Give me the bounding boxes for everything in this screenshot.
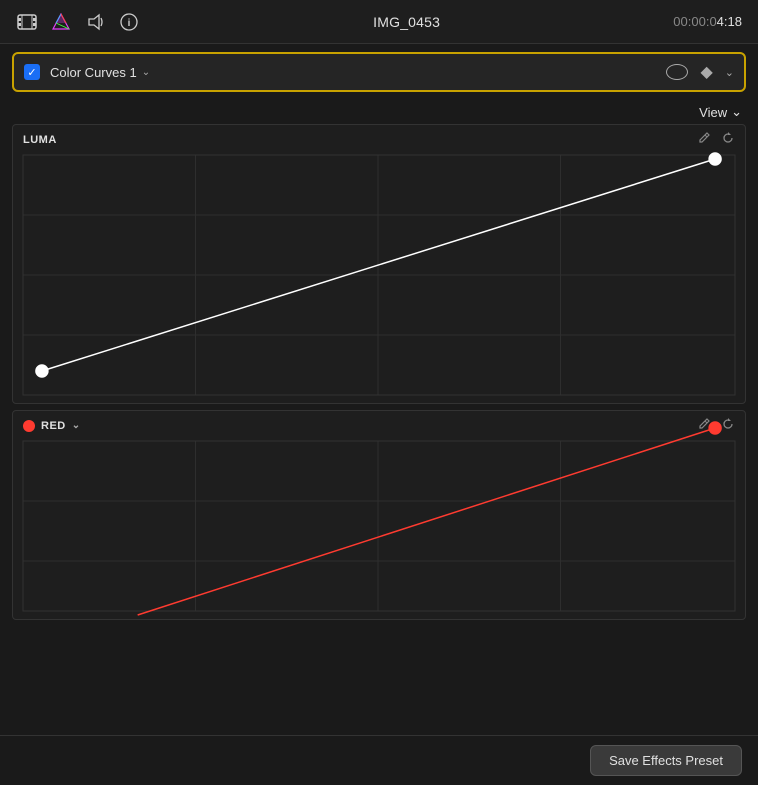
luma-panel: LUMA [12,124,746,404]
luma-label: LUMA [23,134,57,146]
view-button[interactable]: View ⌄ [699,104,742,120]
red-panel: RED ⌄ [12,410,746,620]
color-icon[interactable] [50,11,72,33]
view-row: View ⌄ [0,100,758,124]
red-reset-icon[interactable] [721,417,735,434]
keyframe-icon[interactable]: ◆ [700,62,712,82]
curves-container: LUMA [0,124,758,626]
red-eyedropper-icon[interactable] [697,417,711,434]
red-chevron: ⌄ [72,420,81,431]
mask-icon[interactable] [666,64,688,80]
red-color-dot [23,420,35,432]
effect-header: ✓ Color Curves 1 ⌄ ◆ ⌄ [12,52,746,92]
svg-text:i: i [128,18,131,29]
expand-icon[interactable]: ⌄ [725,66,734,79]
time-prefix: 00:00:0 [673,14,716,29]
save-effects-preset-button[interactable]: Save Effects Preset [590,745,742,776]
luma-eyedropper-icon[interactable] [697,131,711,148]
toolbar-left: i [16,11,140,33]
info-icon[interactable]: i [118,11,140,33]
luma-end-point[interactable] [709,153,721,165]
red-curve-svg[interactable] [13,411,745,620]
toolbar-title: IMG_0453 [373,14,440,30]
effect-header-icons: ◆ ⌄ [666,62,734,82]
luma-start-point[interactable] [36,365,48,377]
effect-name[interactable]: Color Curves 1 ⌄ [50,65,666,80]
red-label-row: RED ⌄ [13,411,745,434]
audio-icon[interactable] [84,11,106,33]
red-label: RED ⌄ [23,420,81,432]
film-icon[interactable] [16,11,38,33]
view-chevron: ⌄ [731,104,742,120]
luma-label-row: LUMA [13,125,745,148]
effect-enable-checkbox[interactable]: ✓ [24,64,40,80]
luma-curve-svg[interactable] [13,125,745,404]
luma-tools [697,131,735,148]
time-highlight: 4:18 [717,14,742,29]
toolbar: i IMG_0453 00:00:04:18 [0,0,758,44]
toolbar-time: 00:00:04:18 [673,14,742,29]
luma-reset-icon[interactable] [721,131,735,148]
effect-name-chevron: ⌄ [142,67,150,78]
red-tools [697,417,735,434]
bottom-bar: Save Effects Preset [0,735,758,785]
